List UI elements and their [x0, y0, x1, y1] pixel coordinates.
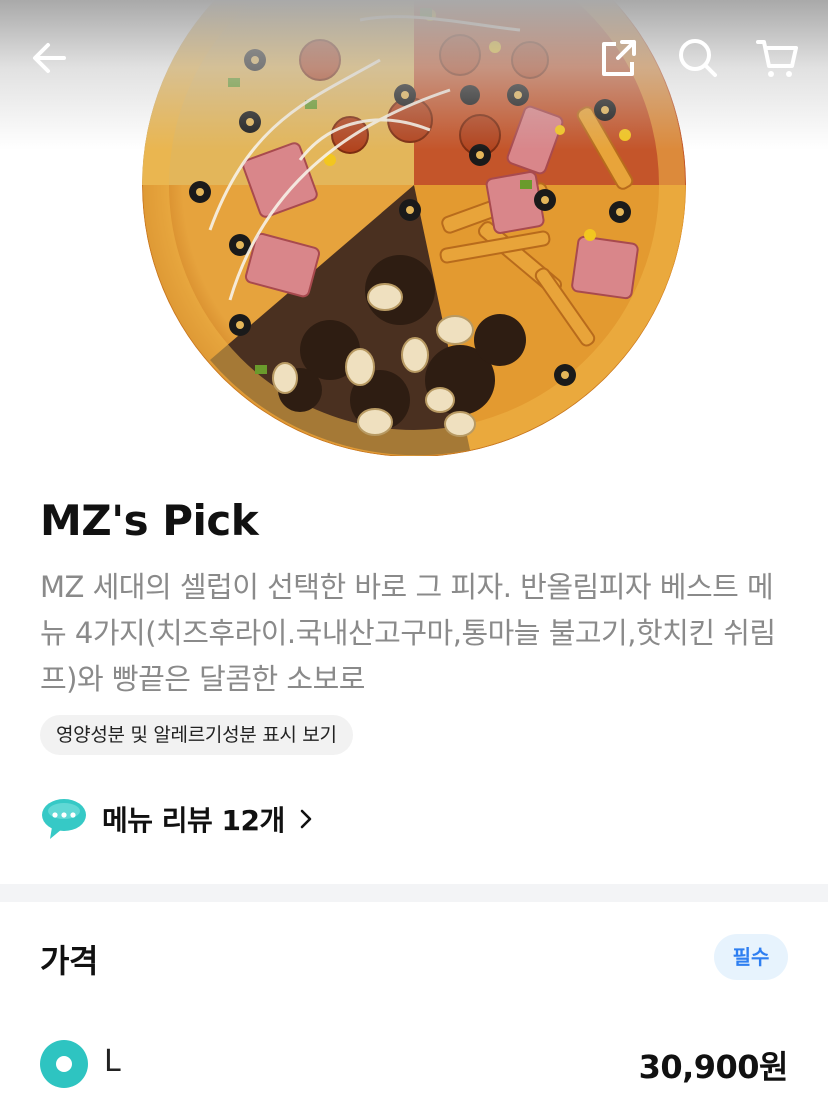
search-icon	[679, 39, 717, 77]
cart-button[interactable]	[754, 34, 802, 82]
section-divider	[0, 884, 828, 902]
price-section-title: 가격	[40, 942, 98, 980]
back-button[interactable]	[26, 34, 74, 82]
menu-review-label: 메뉴 리뷰 12개	[102, 804, 285, 837]
share-icon	[602, 40, 636, 76]
product-description: MZ 세대의 셀럽이 선택한 바로 그 피자. 반올림피자 베스트 메뉴 4가지…	[40, 570, 776, 696]
chevron-right-icon	[300, 809, 312, 829]
search-button[interactable]	[674, 34, 722, 82]
share-button[interactable]	[594, 34, 642, 82]
speech-bubble-icon	[42, 799, 86, 839]
option-label: L	[104, 1044, 121, 1079]
arrow-left-icon	[33, 43, 66, 73]
top-navigation	[0, 0, 828, 120]
product-title: MZ's Pick	[40, 496, 259, 545]
size-option-row[interactable]: L 30,900원	[40, 1036, 789, 1092]
cart-icon	[756, 40, 798, 77]
option-radio-selected[interactable]	[40, 1040, 88, 1088]
option-price: 30,900원	[638, 1048, 789, 1086]
nutrition-allergen-button[interactable]: 영양성분 및 알레르기성분 표시 보기	[40, 715, 353, 755]
required-badge: 필수	[714, 934, 788, 980]
menu-review-link[interactable]: 메뉴 리뷰 12개	[40, 796, 317, 842]
